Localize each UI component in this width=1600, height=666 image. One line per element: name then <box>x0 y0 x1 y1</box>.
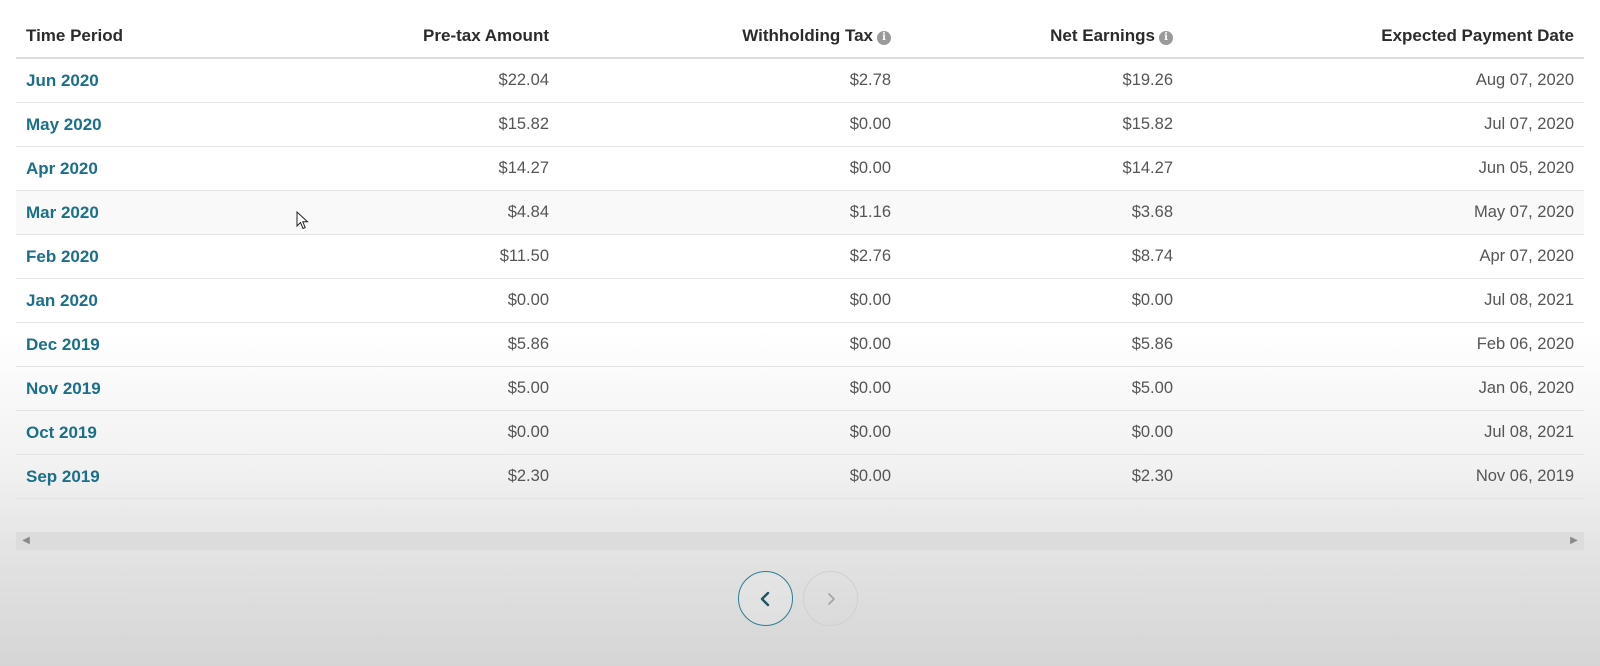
row-expected-payment-date: Jul 08, 2021 <box>1484 423 1574 441</box>
row-pretax-amount: $4.84 <box>507 203 549 221</box>
row-pretax-amount: $0.00 <box>507 291 549 309</box>
row-net-earnings: $2.30 <box>1131 467 1173 485</box>
row-withholding-tax: $0.00 <box>849 423 891 441</box>
row-withholding-tax: $0.00 <box>849 159 891 177</box>
horizontal-scrollbar[interactable]: ◀ ▶ <box>16 532 1584 550</box>
header-withholding-label: Withholding Tax <box>742 25 873 45</box>
header-net-earnings: Net Earnings i <box>891 26 1173 46</box>
header-expected-payment-date[interactable]: Expected Payment Date <box>1173 26 1584 46</box>
row-pretax-amount: $22.04 <box>498 71 549 89</box>
row-net-earnings: $5.86 <box>1131 335 1173 353</box>
row-time-period[interactable]: Oct 2019 <box>16 423 236 443</box>
row-time-period[interactable]: Dec 2019 <box>16 335 236 355</box>
previous-page-button[interactable] <box>738 571 793 626</box>
row-expected-payment-date: Feb 06, 2020 <box>1476 335 1574 353</box>
row-withholding-tax: $0.00 <box>849 467 891 485</box>
row-withholding-tax: $0.00 <box>849 291 891 309</box>
row-expected-payment-date: Jan 06, 2020 <box>1478 379 1574 397</box>
row-pretax-amount: $5.00 <box>507 379 549 397</box>
row-expected-payment-date: May 07, 2020 <box>1474 203 1574 221</box>
row-withholding-tax: $0.00 <box>849 335 891 353</box>
row-withholding-tax: $1.16 <box>849 203 891 221</box>
row-expected-payment-date: Apr 07, 2020 <box>1479 247 1575 265</box>
row-time-period[interactable]: Nov 2019 <box>16 379 236 399</box>
row-net-earnings: $15.82 <box>1122 115 1173 133</box>
row-time-period[interactable]: Mar 2020 <box>16 203 236 223</box>
row-expected-payment-date: Jul 08, 2021 <box>1484 291 1574 309</box>
pagination <box>738 571 858 626</box>
scroll-right-arrow-icon[interactable]: ▶ <box>1566 532 1582 550</box>
row-net-earnings: $19.26 <box>1122 71 1173 89</box>
table-header-row: Time Period Pre-tax Amount Withholding T… <box>16 14 1584 59</box>
row-withholding-tax: $0.00 <box>849 379 891 397</box>
row-expected-payment-date: Jun 05, 2020 <box>1478 159 1574 177</box>
row-pretax-amount: $11.50 <box>499 247 549 265</box>
row-pretax-amount: $14.27 <box>498 159 549 177</box>
row-net-earnings: $14.27 <box>1122 159 1173 177</box>
header-pretax-amount[interactable]: Pre-tax Amount <box>236 26 549 46</box>
earnings-table: Time Period Pre-tax Amount Withholding T… <box>16 14 1584 499</box>
table-row: Sep 2019 $2.30 $0.00 $2.30 Nov 06, 2019 <box>16 455 1584 499</box>
row-net-earnings: $5.00 <box>1131 379 1173 397</box>
row-time-period[interactable]: Apr 2020 <box>16 159 236 179</box>
row-pretax-amount: $0.00 <box>507 423 549 441</box>
chevron-left-icon <box>760 591 769 606</box>
table-row: Nov 2019 $5.00 $0.00 $5.00 Jan 06, 2020 <box>16 367 1584 411</box>
header-time-period[interactable]: Time Period <box>16 26 236 46</box>
table-row: Jun 2020 $22.04 $2.78 $19.26 Aug 07, 2020 <box>16 59 1584 103</box>
table-row: Feb 2020 $11.50 $2.76 $8.74 Apr 07, 2020 <box>16 235 1584 279</box>
row-time-period[interactable]: Sep 2019 <box>16 467 236 487</box>
mouse-cursor-icon <box>296 211 309 230</box>
row-withholding-tax: $0.00 <box>849 115 891 133</box>
table-body: Jun 2020 $22.04 $2.78 $19.26 Aug 07, 2020 May… <box>16 59 1584 499</box>
scroll-left-arrow-icon[interactable]: ◀ <box>18 532 34 550</box>
table-row: Mar 2020 $4.84 $1.16 $3.68 May 07, 2020 <box>16 191 1584 235</box>
row-pretax-amount: $2.30 <box>507 467 549 485</box>
row-net-earnings: $3.68 <box>1131 203 1173 221</box>
next-page-button[interactable] <box>803 571 858 626</box>
row-expected-payment-date: Aug 07, 2020 <box>1475 71 1574 89</box>
info-icon[interactable]: i <box>1159 30 1173 45</box>
table-row: Apr 2020 $14.27 $0.00 $14.27 Jun 05, 2020 <box>16 147 1584 191</box>
row-withholding-tax: $2.78 <box>849 71 891 89</box>
info-icon[interactable]: i <box>877 30 891 45</box>
row-expected-payment-date: Jul 07, 2020 <box>1484 115 1574 133</box>
header-net-label: Net Earnings <box>1050 25 1155 45</box>
table-row: Dec 2019 $5.86 $0.00 $5.86 Feb 06, 2020 <box>16 323 1584 367</box>
table-row: Jan 2020 $0.00 $0.00 $0.00 Jul 08, 2021 <box>16 279 1584 323</box>
row-time-period[interactable]: Jan 2020 <box>16 291 236 311</box>
row-net-earnings: $8.74 <box>1131 247 1173 265</box>
row-time-period[interactable]: Feb 2020 <box>16 247 236 267</box>
row-pretax-amount: $5.86 <box>507 335 549 353</box>
row-withholding-tax: $2.76 <box>849 247 891 265</box>
table-row: May 2020 $15.82 $0.00 $15.82 Jul 07, 2020 <box>16 103 1584 147</box>
row-time-period[interactable]: May 2020 <box>16 115 236 135</box>
row-net-earnings: $0.00 <box>1131 423 1173 441</box>
row-time-period[interactable]: Jun 2020 <box>16 71 236 91</box>
row-pretax-amount: $15.82 <box>498 115 549 133</box>
table-row: Oct 2019 $0.00 $0.00 $0.00 Jul 08, 2021 <box>16 411 1584 455</box>
chevron-right-icon <box>827 592 835 605</box>
row-net-earnings: $0.00 <box>1131 291 1173 309</box>
row-expected-payment-date: Nov 06, 2019 <box>1475 467 1574 485</box>
header-withholding-tax: Withholding Tax i <box>549 26 891 46</box>
